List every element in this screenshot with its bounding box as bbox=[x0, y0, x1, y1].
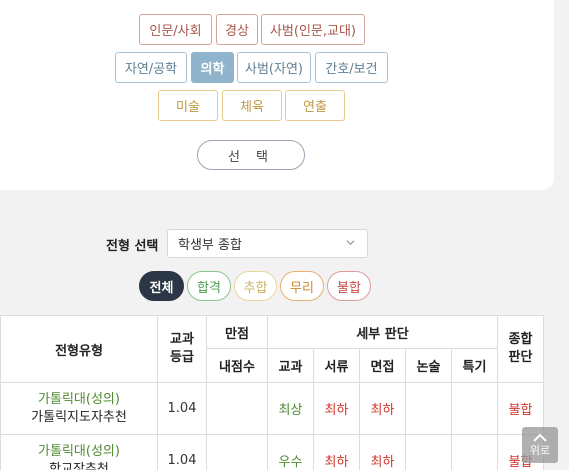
cell-my-score bbox=[206, 434, 268, 470]
filter-fail-button[interactable]: 불합 bbox=[327, 271, 371, 301]
header-special: 특기 bbox=[451, 348, 498, 383]
header-detail-judgement: 세부 판단 bbox=[267, 315, 498, 349]
select-button[interactable]: 선 택 bbox=[197, 140, 305, 170]
cell-admission-type: 가톨릭대(성의) 학교장추천 bbox=[0, 434, 158, 470]
track-name: 가톨릭지도자추천 bbox=[31, 409, 127, 425]
cell-my-score bbox=[206, 382, 268, 435]
header-interview: 면접 bbox=[359, 348, 406, 383]
major-chip-sports[interactable]: 체육 bbox=[222, 90, 282, 121]
scroll-to-top-label: 위로 bbox=[529, 443, 551, 457]
filter-all-button[interactable]: 전체 bbox=[139, 271, 184, 301]
cell-subject: 최상 bbox=[267, 382, 314, 435]
cell-documents: 최하 bbox=[313, 434, 360, 470]
admission-type-value: 학생부 종합 bbox=[178, 238, 242, 253]
cell-special bbox=[451, 434, 498, 470]
header-grade: 교과 등급 bbox=[157, 315, 207, 383]
header-admission-type: 전형유형 bbox=[0, 315, 158, 383]
major-chip-education-humanities[interactable]: 사범(인문,교대) bbox=[261, 14, 365, 45]
scroll-to-top-button[interactable]: 위로 bbox=[522, 427, 558, 463]
track-name: 학교장추천 bbox=[49, 461, 109, 470]
header-full-score: 만점 bbox=[206, 315, 268, 349]
cell-admission-type: 가톨릭대(성의) 가톨릭지도자추천 bbox=[0, 382, 158, 435]
major-chip-directing[interactable]: 연출 bbox=[285, 90, 345, 121]
results-table: 전형유형 교과 등급 만점 세부 판단 종합 판단 내점수 교과 서류 면접 논… bbox=[0, 315, 544, 470]
cell-essay bbox=[405, 434, 452, 470]
major-chip-humanities[interactable]: 인문/사회 bbox=[139, 14, 212, 45]
chevron-up-icon bbox=[533, 433, 547, 442]
cell-interview: 최하 bbox=[359, 382, 406, 435]
major-chip-business[interactable]: 경상 bbox=[216, 14, 258, 45]
admission-type-label: 전형 선택 bbox=[106, 239, 159, 254]
header-overall-judgement: 종합 판단 bbox=[497, 315, 544, 383]
university-name[interactable]: 가톨릭대(성의) bbox=[1, 391, 157, 409]
major-chip-education-science[interactable]: 사범(자연) bbox=[237, 52, 311, 83]
table-row[interactable]: 가톨릭대(성의) 학교장추천 1.04 우수 최하 최하 불합 bbox=[0, 434, 544, 470]
cell-subject: 우수 bbox=[267, 434, 314, 470]
header-my-score: 내점수 bbox=[206, 348, 268, 383]
major-chip-medicine[interactable]: 의학 bbox=[191, 52, 234, 83]
header-essay: 논술 bbox=[405, 348, 452, 383]
header-documents: 서류 bbox=[313, 348, 360, 383]
major-chip-science-engineering[interactable]: 자연/공학 bbox=[115, 52, 187, 83]
major-selection-card: 인문/사회 경상 사범(인문,교대) 자연/공학 의학 사범(자연) 간호/보건… bbox=[0, 0, 554, 190]
table-row[interactable]: 가톨릭대(성의) 가톨릭지도자추천 1.04 최상 최하 최하 불합 bbox=[0, 382, 544, 435]
cell-special bbox=[451, 382, 498, 435]
major-chip-nursing-health[interactable]: 간호/보건 bbox=[315, 52, 388, 83]
filter-unlikely-button[interactable]: 무리 bbox=[280, 271, 324, 301]
cell-grade: 1.04 bbox=[157, 382, 207, 435]
chevron-down-icon bbox=[346, 240, 355, 246]
filter-additional-pass-button[interactable]: 추합 bbox=[234, 271, 277, 301]
cell-essay bbox=[405, 382, 452, 435]
filter-pass-button[interactable]: 합격 bbox=[187, 271, 231, 301]
cell-interview: 최하 bbox=[359, 434, 406, 470]
header-subject: 교과 bbox=[267, 348, 314, 383]
cell-grade: 1.04 bbox=[157, 434, 207, 470]
university-name[interactable]: 가톨릭대(성의) bbox=[1, 443, 157, 461]
cell-documents: 최하 bbox=[313, 382, 360, 435]
admission-type-dropdown[interactable]: 학생부 종합 bbox=[167, 229, 368, 258]
major-chip-art[interactable]: 미술 bbox=[158, 90, 218, 121]
